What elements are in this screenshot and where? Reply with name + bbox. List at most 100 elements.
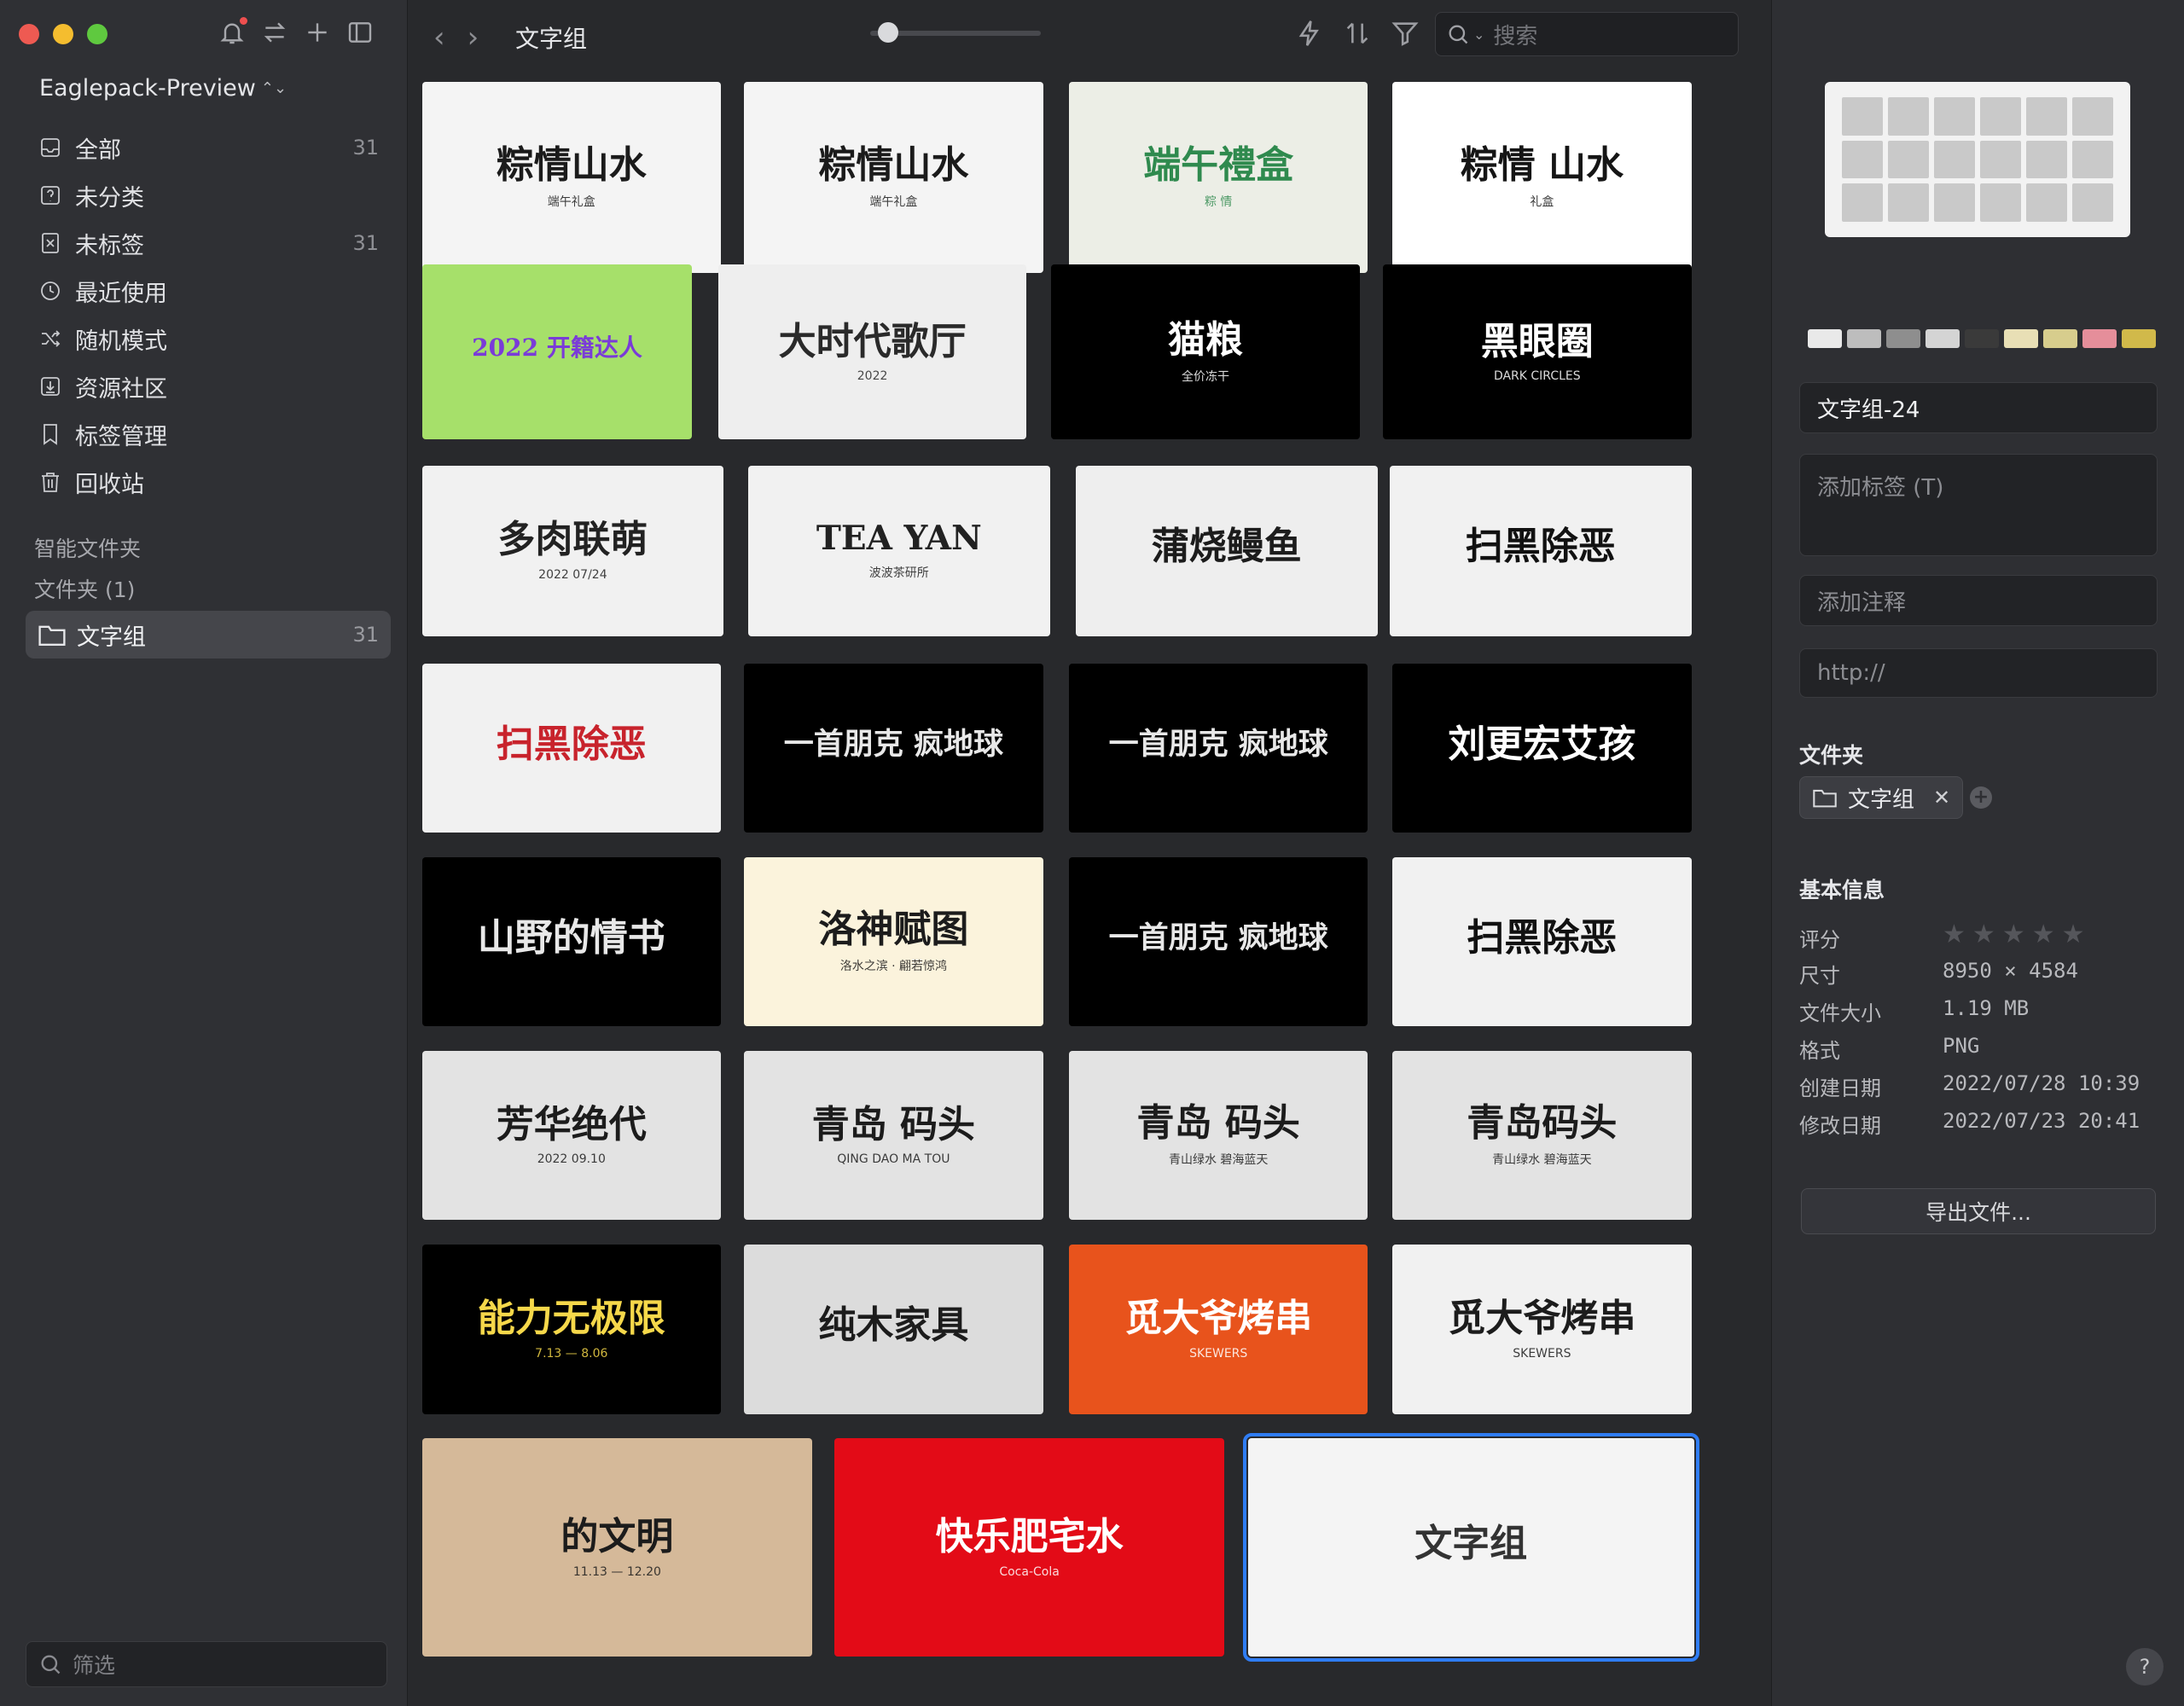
tags-field[interactable]: 添加标签 (T) xyxy=(1799,454,2158,556)
thumbnail-item[interactable]: 扫黑除恶 xyxy=(1392,856,1692,1027)
library-switcher[interactable]: Eaglepack-Preview ⌃⌄ xyxy=(39,75,287,102)
sidebar-item-6[interactable]: 标签管理 xyxy=(26,410,391,458)
preview-image[interactable] xyxy=(1825,82,2130,237)
sync-arrows-icon[interactable] xyxy=(261,19,288,46)
palette-swatch[interactable] xyxy=(1965,329,1999,348)
url-field[interactable]: http:// xyxy=(1799,648,2158,698)
thumbnail-item[interactable]: 蒲烧鳗鱼 xyxy=(1076,465,1378,636)
sidebar-folder-active[interactable]: 文字组 31 xyxy=(26,611,391,659)
main-toolbar: ‹ › 文字组 ⌄ 搜索 xyxy=(408,0,1771,72)
palette-swatch[interactable] xyxy=(2082,329,2117,348)
folder-label: 文字组 xyxy=(77,624,146,651)
thumbnail-item[interactable]: 的文明 11.13 — 12.20 xyxy=(421,1438,813,1657)
sidebar-item-7[interactable]: 回收站 xyxy=(26,458,391,506)
zoom-window-button[interactable] xyxy=(87,24,107,44)
star-icon[interactable]: ★ xyxy=(2062,922,2085,953)
thumbnail-item[interactable]: 2022 开籍达人 xyxy=(421,264,693,440)
close-window-button[interactable] xyxy=(19,24,39,44)
star-icon[interactable]: ★ xyxy=(1943,922,1966,953)
inbox-icon xyxy=(38,135,63,160)
star-icon[interactable]: ★ xyxy=(2032,922,2055,953)
thumbnail-item[interactable]: 粽情山水 端午礼盒 xyxy=(744,82,1043,273)
palette-swatch[interactable] xyxy=(2043,329,2077,348)
thumbnail-item[interactable]: 觅大爷烤串 SKEWERS xyxy=(1392,1245,1692,1414)
thumbnail-item[interactable]: 一首朋克 疯地球 xyxy=(1069,663,1368,833)
thumbnail-item[interactable]: 端午禮盒粽 情 xyxy=(1069,82,1368,273)
thumbnail-item[interactable]: 多肉联萌 2022 07/24 xyxy=(421,465,724,636)
thumbnail-item[interactable]: 黑眼圈 DARK CIRCLES xyxy=(1383,264,1692,440)
thumbnail-item[interactable]: 快乐肥宅水 Coca-Cola xyxy=(834,1438,1225,1657)
palette-swatch[interactable] xyxy=(2122,329,2156,348)
thumbnail-item[interactable]: TEA YAN 波波茶研所 xyxy=(748,465,1050,636)
folders-title[interactable]: 文件夹 (1) xyxy=(34,573,135,604)
back-arrow-icon[interactable]: ‹ xyxy=(433,20,445,55)
thumbnail-subtitle: QING DAO MA TOU xyxy=(837,1152,950,1167)
thumbnail-item[interactable]: 青岛 码头 青山绿水 碧海蓝天 xyxy=(1069,1051,1368,1221)
thumbnail-item[interactable]: 山野的情书 xyxy=(421,856,721,1027)
palette-swatch[interactable] xyxy=(2004,329,2038,348)
sort-icon[interactable] xyxy=(1343,19,1372,48)
remove-folder-icon[interactable]: ✕ xyxy=(1933,786,1950,809)
add-icon[interactable] xyxy=(304,19,331,46)
thumbnail-item[interactable]: 一首朋克 疯地球 xyxy=(744,663,1043,833)
thumbnail-size-slider[interactable] xyxy=(870,22,1041,43)
folder-chip[interactable]: 文字组 ✕ xyxy=(1799,776,1964,819)
thumbnail-item[interactable]: 大时代歌厅 2022 xyxy=(717,264,1027,440)
sidebar-item-4[interactable]: 随机模式 xyxy=(26,315,391,363)
thumbnail-title: 黑眼圈 xyxy=(1480,319,1594,363)
thumbnail-item[interactable]: 刘更宏艾孩 xyxy=(1392,663,1692,833)
sidebar-item-count: 31 xyxy=(352,136,379,160)
thumbnail-item[interactable]: 猫粮 全价冻干 xyxy=(1051,264,1360,440)
thumbnail-item[interactable]: 一首朋克 疯地球 xyxy=(1069,856,1368,1027)
info-row: 格式 PNG xyxy=(1799,1034,2158,1064)
lightning-icon[interactable] xyxy=(1295,19,1324,48)
filter-input[interactable]: 筛选 xyxy=(26,1641,387,1687)
rating-stars[interactable]: ★ ★ ★ ★ ★ xyxy=(1943,922,2085,953)
palette-swatch[interactable] xyxy=(1886,329,1920,348)
thumbnail-item[interactable]: 青岛码头 青山绿水 碧海蓝天 xyxy=(1392,1051,1692,1221)
info-key: 文件大小 xyxy=(1799,1001,1881,1025)
export-button[interactable]: 导出文件... xyxy=(1801,1188,2156,1234)
palette-swatch[interactable] xyxy=(1808,329,1842,348)
thumbnail-item[interactable]: 芳华绝代 2022 09.10 xyxy=(421,1051,721,1221)
bell-icon[interactable] xyxy=(218,17,247,46)
name-field[interactable]: 文字组-24 xyxy=(1799,382,2158,433)
thumbnail-item[interactable]: 扫黑除恶 xyxy=(1390,465,1692,636)
thumbnail-title: 山野的情书 xyxy=(477,915,665,960)
thumbnail-item[interactable]: 纯木家具 xyxy=(744,1245,1043,1414)
thumbnail-subtitle: 2022 07/24 xyxy=(538,567,607,582)
thumbnail-title: 一首朋克 疯地球 xyxy=(1108,920,1328,955)
help-button[interactable]: ? xyxy=(2126,1648,2164,1686)
sidebar-item-5[interactable]: 资源社区 xyxy=(26,363,391,410)
thumbnail-item[interactable]: 觅大爷烤串 SKEWERS xyxy=(1069,1245,1368,1414)
thumbnail-item[interactable]: 能力无极限 7.13 — 8.06 xyxy=(421,1245,721,1414)
note-field[interactable]: 添加注释 xyxy=(1799,575,2158,626)
thumbnail-item[interactable]: 青岛 码头 QING DAO MA TOU xyxy=(744,1051,1043,1221)
thumbnail-item[interactable]: 洛神赋图 洛水之滨 · 翩若惊鸿 xyxy=(744,856,1043,1027)
thumbnail-title: TEA YAN xyxy=(816,519,982,559)
smart-folders-title[interactable]: 智能文件夹 xyxy=(34,532,141,563)
add-folder-button[interactable]: + xyxy=(1970,786,1992,809)
sidebar-item-1[interactable]: 未分类 xyxy=(26,171,391,219)
thumbnail-item[interactable]: 扫黑除恶 xyxy=(421,663,721,833)
palette-swatch[interactable] xyxy=(1926,329,1960,348)
filter-icon[interactable] xyxy=(1391,19,1420,48)
thumbnail-item[interactable]: 粽情 山水 礼盒 xyxy=(1392,82,1692,273)
star-icon[interactable]: ★ xyxy=(1972,922,1995,953)
thumbnail-item[interactable]: 粽情山水 端午礼盒 xyxy=(421,82,721,273)
search-input[interactable]: ⌄ 搜索 xyxy=(1435,12,1739,56)
info-key: 修改日期 xyxy=(1799,1114,1881,1138)
thumbnail-grid: 粽情山水 端午礼盒 粽情山水 端午礼盒 端午禮盒粽 情粽情 山水 礼盒 2022 开籍达人大… xyxy=(408,72,1771,1706)
sidebar-item-3[interactable]: 最近使用 xyxy=(26,267,391,315)
sidebar-toggle-icon[interactable] xyxy=(346,19,374,46)
star-icon[interactable]: ★ xyxy=(2002,922,2025,953)
palette-swatch[interactable] xyxy=(1847,329,1881,348)
sidebar-item-2[interactable]: 未标签 31 xyxy=(26,219,391,267)
sidebar-item-label: 回收站 xyxy=(75,471,144,498)
forward-arrow-icon[interactable]: › xyxy=(468,20,479,55)
chevron-down-icon[interactable]: ⌄ xyxy=(1473,26,1484,43)
minimize-window-button[interactable] xyxy=(53,24,73,44)
thumbnail-item[interactable]: 文字组 xyxy=(1242,1433,1699,1662)
sidebar-item-0[interactable]: 全部 31 xyxy=(26,124,391,171)
slider-thumb[interactable] xyxy=(877,22,898,43)
